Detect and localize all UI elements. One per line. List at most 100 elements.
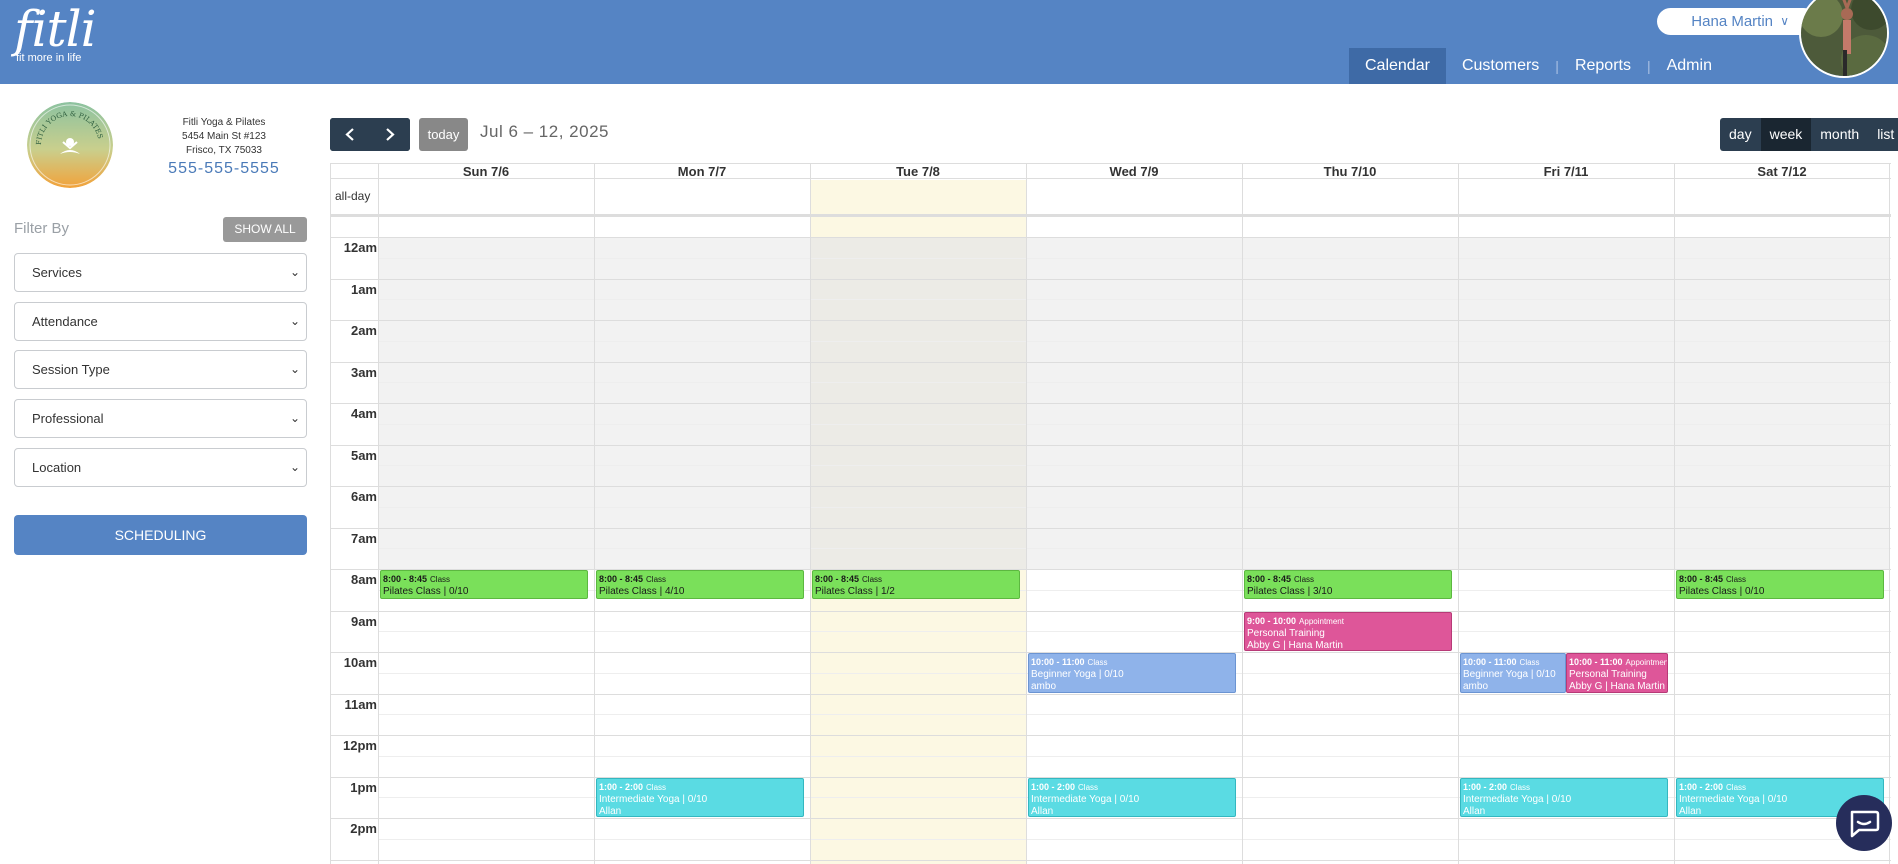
view-day-button[interactable]: day (1720, 118, 1761, 151)
event-title: Intermediate Yoga | 0/10 (1031, 793, 1140, 805)
event-title: Intermediate Yoga | 0/10 (1463, 793, 1572, 805)
session-type-select[interactable]: Session Type ⌄ (14, 350, 307, 389)
event-subtitle: Allan (1031, 805, 1054, 817)
chevron-down-icon: ⌄ (289, 265, 300, 279)
hour-line (330, 693, 1891, 695)
event-header: 8:00 - 8:45 Class (599, 573, 801, 586)
calendar-event[interactable]: 8:00 - 8:45 Class Pilates Class | 3/10 (1244, 570, 1452, 600)
half-hour-line (378, 755, 1891, 757)
select-label: Professional (32, 411, 104, 426)
event-subtitle: Abby G | Hana Martin (1247, 639, 1343, 651)
half-hour-line (378, 382, 1891, 384)
event-title: Beginner Yoga | 0/10 (1031, 669, 1124, 680)
attendance-select[interactable]: Attendance ⌄ (14, 302, 307, 341)
calendar-event[interactable]: 8:00 - 8:45 Class Pilates Class | 1/2 (812, 570, 1020, 600)
scheduling-button[interactable]: SCHEDULING (14, 515, 307, 555)
event-time: 10:00 - 11:00 (1463, 657, 1517, 667)
hour-label: 9am (350, 613, 377, 629)
half-hour-line (378, 506, 1891, 508)
hour-label: 12pm (343, 738, 377, 753)
event-header: 8:00 - 8:45 Class (1247, 573, 1449, 586)
event-type: Appointment (1625, 658, 1668, 667)
next-button[interactable] (370, 118, 410, 151)
calendar-event[interactable]: 10:00 - 11:00 Class Beginner Yoga | 0/10 am… (1028, 653, 1236, 693)
day-header[interactable]: Sat 7/12 (1674, 164, 1890, 179)
select-label: Location (32, 460, 82, 475)
day-header[interactable]: Sun 7/6 (378, 164, 594, 179)
view-week-button[interactable]: week (1760, 118, 1812, 151)
show-all-button[interactable]: SHOW ALL (223, 217, 307, 242)
business-address-1: 5454 Main St #123 (182, 131, 266, 142)
hour-label: 11am (344, 696, 377, 712)
event-header: 9:00 - 10:00 Appointment (1247, 615, 1449, 628)
day-column-divider (1458, 163, 1459, 864)
event-type: Class (1726, 782, 1747, 792)
event-header: 8:00 - 8:45 Class (1679, 573, 1881, 586)
calendar-event[interactable]: 8:00 - 8:45 Class Pilates Class | 4/10 (596, 570, 804, 600)
event-header: 10:00 - 11:00 Appointment (1569, 656, 1668, 669)
fitli-logo[interactable]: fitli fit more in life (14, 4, 97, 64)
main-nav: Calendar Customers | Reports | Admin (1349, 48, 1728, 84)
half-hour-line (378, 631, 1891, 633)
day-column-divider (810, 163, 811, 864)
half-hour-line (378, 257, 1891, 259)
event-title: Pilates Class | 0/10 (383, 586, 469, 597)
calendar-event[interactable]: 10:00 - 11:00 Class Beginner Yoga | 0/10 am… (1460, 653, 1566, 693)
event-title: Personal Training (1247, 627, 1325, 639)
view-month-button[interactable]: month (1811, 118, 1869, 151)
chat-button[interactable] (1836, 795, 1892, 851)
calendar-event[interactable]: 8:00 - 8:45 Class Pilates Class | 0/10 (1676, 570, 1884, 600)
location-select[interactable]: Location ⌄ (14, 448, 307, 487)
event-type: Class (1294, 575, 1315, 584)
prev-button[interactable] (330, 118, 370, 151)
event-type: Class (646, 575, 667, 584)
services-select[interactable]: Services ⌄ (14, 253, 307, 292)
hour-label: 10am (343, 655, 377, 670)
business-name: Fitli Yoga & Pilates (182, 117, 266, 128)
chevron-down-icon: ⌄ (289, 362, 300, 376)
calendar-event[interactable]: 1:00 - 2:00 Class Intermediate Yoga | 0/10… (1460, 777, 1668, 817)
user-menu[interactable]: Hana Martin ∨ (1657, 8, 1817, 35)
nav-reports[interactable]: Reports (1559, 48, 1647, 84)
nav-calendar[interactable]: Calendar (1349, 48, 1446, 84)
nav-customers[interactable]: Customers (1446, 48, 1555, 84)
professional-select[interactable]: Professional ⌄ (14, 399, 307, 438)
hour-label: 3am (350, 364, 377, 380)
hour-line (330, 361, 1891, 363)
select-label: Services (32, 265, 82, 280)
day-header[interactable]: Wed 7/9 (1026, 164, 1242, 179)
event-title: Pilates Class | 1/2 (815, 586, 895, 597)
event-type: Class (1519, 658, 1540, 667)
calendar-event[interactable]: 8:00 - 8:45 Class Pilates Class | 0/10 (380, 570, 588, 600)
business-phone[interactable]: 555-555-5555 (150, 158, 298, 180)
chevron-down-icon: ⌄ (289, 411, 300, 425)
nav-admin[interactable]: Admin (1651, 48, 1728, 84)
week-calendar: Sun 7/6 Mon 7/7 Tue 7/8 Wed 7/9 Thu 7/10 Fri … (330, 163, 1891, 864)
calendar-event[interactable]: 9:00 - 10:00 Appointment Personal Training… (1244, 611, 1452, 651)
half-hour-line (378, 465, 1891, 467)
chevron-right-icon (386, 128, 395, 141)
avatar[interactable] (1799, 0, 1889, 78)
business-logo: FITLI YOGA & PILATES (27, 102, 113, 188)
view-list-button[interactable]: list (1868, 118, 1898, 151)
calendar-event[interactable]: 1:00 - 2:00 Class Intermediate Yoga | 0/10… (1028, 777, 1236, 817)
hour-line (330, 486, 1891, 487)
hour-line (330, 403, 1891, 404)
all-day-row: all-day (330, 179, 1891, 217)
calendar-event[interactable]: 10:00 - 11:00 Appointment Personal Trainin… (1566, 653, 1668, 693)
chevron-down-icon: ⌄ (289, 314, 300, 328)
half-hour-line (378, 838, 1891, 840)
event-time: 8:00 - 8:45 (599, 574, 644, 584)
today-button[interactable]: today (419, 118, 468, 151)
day-header[interactable]: Mon 7/7 (594, 164, 810, 179)
hour-label: 7am (350, 530, 377, 546)
half-hour-line (378, 714, 1891, 716)
calendar-event[interactable]: 1:00 - 2:00 Class Intermediate Yoga | 0/10… (596, 777, 804, 817)
event-time: 1:00 - 2:00 (1031, 781, 1076, 792)
event-header: 8:00 - 8:45 Class (383, 573, 585, 586)
day-header[interactable]: Thu 7/10 (1242, 164, 1458, 179)
day-header[interactable]: Tue 7/8 (810, 164, 1026, 179)
day-header[interactable]: Fri 7/11 (1458, 164, 1674, 179)
event-time: 8:00 - 8:45 (383, 574, 428, 584)
half-hour-line (378, 299, 1891, 301)
